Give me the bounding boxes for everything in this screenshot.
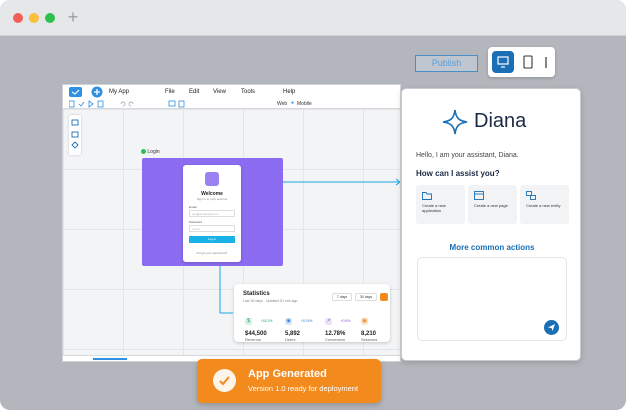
editor-toolbar: Web ● Mobile — [63, 99, 400, 109]
statistics-widget[interactable]: Statistics Last 30 days · Updated 51 min… — [234, 284, 390, 342]
send-button[interactable] — [544, 320, 559, 335]
chat-input[interactable] — [417, 257, 567, 341]
stat-delta: +18.2% — [260, 319, 273, 323]
menu-view[interactable]: View — [213, 89, 226, 95]
password-label: Password — [189, 220, 203, 224]
palette-icons[interactable] — [69, 115, 81, 155]
mobile-mode-label[interactable]: Mobile — [297, 101, 312, 107]
app-editor: My App File Edit View Tools Help Web ● M… — [62, 84, 401, 362]
maximize-window-button[interactable] — [45, 13, 55, 23]
tablet-icon — [523, 55, 533, 69]
tablet-view-button[interactable] — [517, 51, 539, 73]
status-dot-icon — [141, 149, 146, 155]
login-logo-icon — [205, 172, 219, 186]
web-mode-label[interactable]: Web — [277, 101, 287, 107]
range-30-days[interactable]: 30 days — [355, 293, 377, 301]
close-window-button[interactable] — [13, 13, 23, 23]
stat-users: ◉ +10.5% 5,892 Users — [285, 309, 315, 342]
stat-revenue: $ +18.2% $44,500 Revenue — [245, 309, 275, 342]
trend-icon: ↗ — [325, 318, 332, 325]
login-card: Welcome Sign in to your account Email yo… — [183, 165, 241, 262]
range-more-button[interactable] — [380, 293, 388, 301]
folder-icon — [422, 192, 432, 200]
desktop-view-button[interactable] — [492, 51, 514, 73]
assistant-panel: Diana Hello, I am your assistant, Diana.… — [401, 88, 581, 361]
stat-sessions: ▣ 8,210 Sessions — [361, 309, 391, 342]
entity-icon — [526, 191, 536, 200]
editor-menubar: My App File Edit View Tools Help — [63, 85, 400, 99]
menu-tools[interactable]: Tools — [241, 89, 255, 95]
menu-help[interactable]: Help — [283, 89, 295, 95]
menu-edit[interactable]: Edit — [189, 89, 199, 95]
dollar-icon: $ — [245, 318, 252, 325]
range-7-days[interactable]: 7 days — [332, 293, 352, 301]
more-actions-link[interactable]: More common actions — [402, 243, 582, 252]
stat-delta: +10.5% — [300, 319, 313, 323]
login-tag-label: Login — [147, 149, 160, 155]
component-palette — [69, 115, 81, 155]
active-page-indicator[interactable] — [93, 358, 127, 360]
action-label: Create a new entity — [526, 203, 561, 208]
toolbar-icons[interactable] — [69, 100, 189, 109]
action-create-page[interactable]: Create a new page — [468, 185, 517, 224]
stats-subtitle: Last 30 days · Updated 51 min ago — [243, 299, 298, 303]
mobile-icon — [545, 57, 547, 68]
stat-conversion: ↗ +0.8% 12.78% Conversion — [325, 309, 355, 342]
mobile-view-button[interactable] — [540, 51, 552, 73]
send-icon — [548, 324, 555, 331]
title-bar: + — [0, 0, 626, 36]
action-create-application[interactable]: Create a new application — [416, 185, 465, 224]
login-subtitle: Sign in to your account — [196, 197, 228, 201]
stats-title: Statistics — [243, 291, 270, 297]
check-icon: ● — [291, 100, 295, 106]
stat-delta: +0.8% — [340, 319, 351, 323]
menu-file[interactable]: File — [165, 89, 175, 95]
page-icon — [474, 191, 484, 200]
app-window: + Publish My App File Edit View Tools He… — [0, 0, 626, 410]
device-switcher — [488, 47, 555, 77]
app-name-label: My App — [109, 89, 130, 95]
sparkle-icon — [442, 109, 468, 135]
action-label: Create a new page — [474, 203, 508, 208]
email-label: Email — [189, 205, 197, 209]
stat-label: Sessions — [361, 337, 378, 342]
password-field[interactable]: •••••••• — [189, 225, 235, 232]
email-field[interactable]: you@company.com — [189, 210, 235, 217]
success-check-icon — [213, 369, 236, 392]
login-button[interactable]: Log in — [189, 236, 235, 243]
minimize-window-button[interactable] — [29, 13, 39, 23]
desktop-icon — [497, 56, 509, 68]
action-label: Create a new application — [422, 203, 446, 213]
sessions-icon: ▣ — [361, 318, 368, 325]
toast-title: App Generated — [248, 368, 327, 380]
assistant-greeting: Hello, I am your assistant, Diana. — [416, 152, 519, 159]
forgot-password-link[interactable]: Forgot your password? — [183, 251, 241, 255]
stat-label: Conversion — [325, 337, 346, 342]
publish-button[interactable]: Publish — [415, 55, 478, 72]
action-create-entity[interactable]: Create a new entity — [520, 185, 569, 224]
new-tab-button[interactable]: + — [62, 6, 84, 28]
toast-subtitle: Version 1.0 ready for deployment — [248, 384, 359, 393]
stat-label: Revenue — [245, 337, 262, 342]
login-page-tag[interactable]: Login — [141, 149, 160, 155]
app-generated-toast: App Generated Version 1.0 ready for depl… — [197, 359, 381, 403]
users-icon: ◉ — [285, 318, 292, 325]
assistant-question: How can I assist you? — [416, 169, 500, 178]
logo-icon — [69, 87, 82, 97]
add-icon[interactable] — [91, 86, 103, 98]
assistant-name: Diana — [474, 110, 527, 132]
stat-label: Users — [285, 337, 296, 342]
